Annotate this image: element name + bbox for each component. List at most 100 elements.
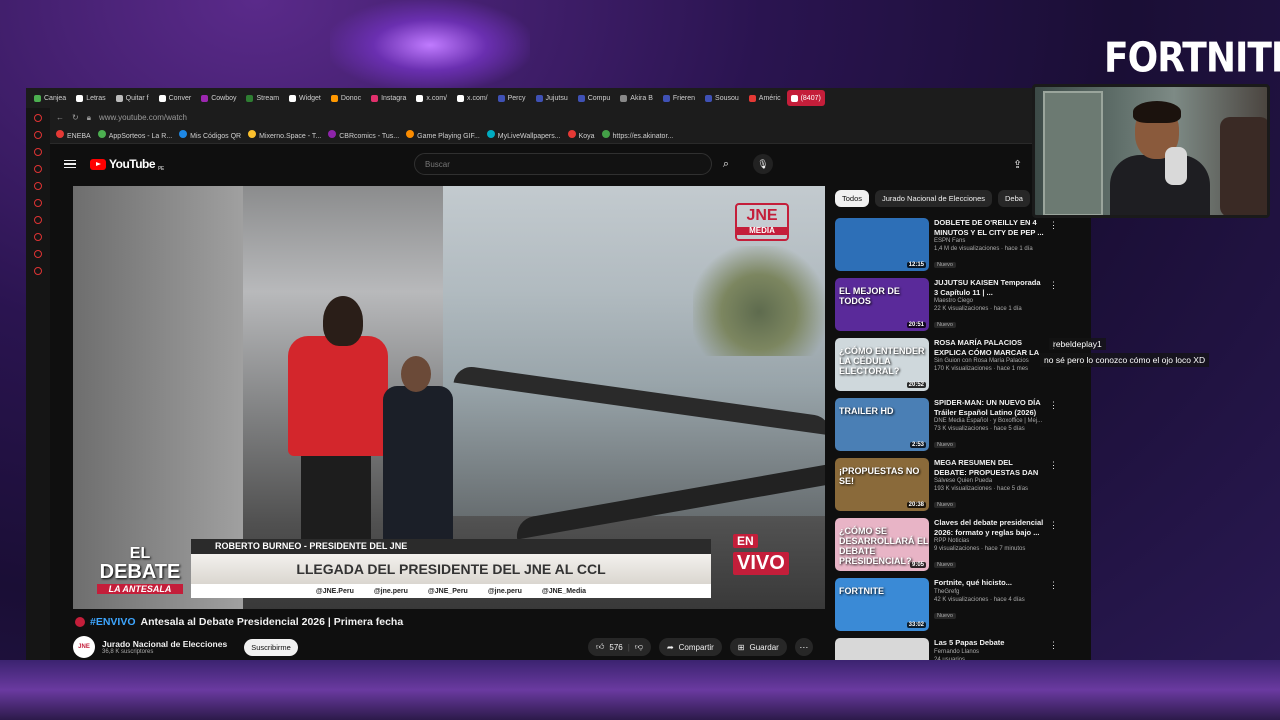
browser-tab[interactable]: Cowboy bbox=[197, 90, 240, 106]
thumbs-down-icon[interactable]: 👎︎ bbox=[635, 642, 643, 652]
sidebar-app-icon[interactable] bbox=[34, 182, 42, 190]
video-player[interactable]: JNE MEDIA EL DEBATE LA ANTESALA ROBERTO … bbox=[73, 186, 825, 609]
recommendation-item[interactable]: EL MEJOR DE TODOS 20:51 JUJUTSU KAISEN Tem… bbox=[835, 278, 1065, 338]
sidebar-app-icon[interactable] bbox=[34, 148, 42, 156]
browser-tab[interactable]: x.com/ bbox=[453, 90, 492, 106]
bookmark-item[interactable]: CBRcomics - Tus... bbox=[328, 130, 399, 140]
recommendation-item[interactable]: Las 5 Papas Debate Fernando Llanos 24 usua… bbox=[835, 638, 1065, 660]
browser-tab[interactable]: Donoc bbox=[327, 90, 365, 106]
hamburger-menu-icon[interactable] bbox=[64, 159, 76, 169]
recommendation-title[interactable]: DOBLETE DE O'REILLY EN 4 MINUTOS Y EL CI… bbox=[934, 218, 1046, 237]
sidebar-app-icon[interactable] bbox=[34, 114, 42, 122]
bookmark-item[interactable]: ENEBA bbox=[56, 130, 91, 140]
address-bar[interactable]: ← ↻ 🔒︎ www.youtube.com/watch bbox=[26, 108, 1091, 127]
subscribe-button[interactable]: Suscribirme bbox=[244, 638, 298, 656]
sidebar-app-icon[interactable] bbox=[34, 216, 42, 224]
sidebar-app-icon[interactable] bbox=[34, 165, 42, 173]
back-icon[interactable]: ← bbox=[56, 113, 64, 122]
video-thumbnail[interactable]: TRAILER HD 2:53 bbox=[835, 398, 929, 451]
video-thumbnail[interactable]: FORTNITE 33:02 bbox=[835, 578, 929, 631]
browser-tab[interactable]: Améric bbox=[745, 90, 785, 106]
recommendation-channel[interactable]: Maestro Ciego bbox=[934, 297, 1046, 305]
video-thumbnail[interactable]: ¡PROPUESTAS NO SE! 20:38 bbox=[835, 458, 929, 511]
video-thumbnail[interactable]: ¿CÓMO SE DESARROLLARÁ EL DEBATE PRESIDEN… bbox=[835, 518, 929, 571]
recommendation-title[interactable]: JUJUTSU KAISEN Temporada 3 Capítulo 11 |… bbox=[934, 278, 1046, 297]
browser-tab[interactable]: Canjea bbox=[30, 90, 70, 106]
url-text[interactable]: www.youtube.com/watch bbox=[99, 113, 187, 122]
youtube-logo[interactable]: YouTube PE bbox=[90, 156, 164, 172]
bookmark-item[interactable]: Mis Códigos QR bbox=[179, 130, 241, 140]
browser-tab[interactable]: Letras bbox=[72, 90, 109, 106]
recommendation-channel[interactable]: DNE Media Español · y Boxoffice | Mej... bbox=[934, 417, 1046, 425]
more-vert-icon[interactable]: ⋮ bbox=[1049, 520, 1058, 531]
recommendation-title[interactable]: ROSA MARÍA PALACIOS EXPLICA CÓMO MARCAR … bbox=[934, 338, 1046, 357]
video-thumbnail[interactable]: EL MEJOR DE TODOS 20:51 bbox=[835, 278, 929, 331]
microphone-icon[interactable]: 🎙︎ bbox=[753, 154, 773, 174]
bookmark-item[interactable]: Game Playing GIF... bbox=[406, 130, 480, 140]
browser-tab[interactable]: Instagra bbox=[367, 90, 410, 106]
bookmark-item[interactable]: https://es.akinator... bbox=[601, 130, 673, 140]
recommendation-item[interactable]: TRAILER HD 2:53 SPIDER-MAN: UN NUEVO DÍA T… bbox=[835, 398, 1065, 458]
upload-icon[interactable]: ⇪ bbox=[1013, 158, 1022, 171]
sidebar-app-icon[interactable] bbox=[34, 267, 42, 275]
browser-tab[interactable]: Sousou bbox=[701, 90, 743, 106]
browser-tab[interactable]: Quitar f bbox=[112, 90, 153, 106]
bookmark-item[interactable]: AppSorteos - La R... bbox=[97, 130, 172, 140]
recommendation-item[interactable]: 12:15 DOBLETE DE O'REILLY EN 4 MINUTOS Y … bbox=[835, 218, 1065, 278]
recommendation-item[interactable]: ¿CÓMO ENTENDER LA CÉDULA ELECTORAL? 20:52… bbox=[835, 338, 1065, 398]
browser-tab[interactable]: Widget bbox=[285, 90, 325, 106]
channel-name[interactable]: Jurado Nacional de Elecciones bbox=[102, 639, 227, 649]
recommendation-channel[interactable]: Sin Guion con Rosa María Palacios bbox=[934, 357, 1046, 365]
recommendation-title[interactable]: Las 5 Papas Debate bbox=[934, 638, 1046, 648]
recommendation-title[interactable]: MEGA RESUMEN DEL DEBATE: PROPUESTAS DAN … bbox=[934, 458, 1046, 477]
more-vert-icon[interactable]: ⋮ bbox=[1049, 640, 1058, 651]
more-vert-icon[interactable]: ⋮ bbox=[1049, 280, 1058, 291]
thumbs-up-icon[interactable]: 👍︎ bbox=[596, 642, 604, 652]
browser-tab[interactable]: Akira B bbox=[616, 90, 657, 106]
browser-tab[interactable]: (8407) bbox=[786, 90, 825, 106]
recommendation-item[interactable]: ¡PROPUESTAS NO SE! 20:38 MEGA RESUMEN DEL … bbox=[835, 458, 1065, 518]
browser-tab[interactable]: x.com/ bbox=[412, 90, 451, 106]
video-thumbnail[interactable]: 12:15 bbox=[835, 218, 929, 271]
channel-avatar[interactable]: JNE bbox=[73, 636, 95, 658]
recommendation-channel[interactable]: TheGrefg bbox=[934, 588, 1046, 596]
recommendation-channel[interactable]: Sálvese Quien Pueda bbox=[934, 477, 1046, 485]
more-vert-icon[interactable]: ⋮ bbox=[1049, 400, 1058, 411]
recommendation-channel[interactable]: Fernando Llanos bbox=[934, 648, 1046, 656]
browser-tab[interactable]: Frieren bbox=[659, 90, 699, 106]
browser-tab[interactable]: Jujutsu bbox=[532, 90, 572, 106]
filter-chip[interactable]: Deba bbox=[998, 190, 1030, 207]
recommendation-item[interactable]: ¿CÓMO SE DESARROLLARÁ EL DEBATE PRESIDEN… bbox=[835, 518, 1065, 578]
sidebar-app-icon[interactable] bbox=[34, 199, 42, 207]
bookmark-item[interactable]: Koya bbox=[567, 130, 595, 140]
search-input[interactable]: Buscar bbox=[414, 153, 712, 175]
video-thumbnail[interactable] bbox=[835, 638, 929, 660]
browser-tab[interactable]: Stream bbox=[242, 90, 283, 106]
video-thumbnail[interactable]: ¿CÓMO ENTENDER LA CÉDULA ELECTORAL? 20:52 bbox=[835, 338, 929, 391]
title-hashtag[interactable]: #ENVIVO bbox=[90, 616, 136, 628]
browser-tab[interactable]: Conver bbox=[155, 90, 196, 106]
recommendation-item[interactable]: FORTNITE 33:02 Fortnite, qué hicisto... The… bbox=[835, 578, 1065, 638]
browser-tab[interactable]: Percy bbox=[494, 90, 530, 106]
filter-chip[interactable]: Jurado Nacional de Elecciones bbox=[875, 190, 992, 207]
recommendation-channel[interactable]: RPP Noticias bbox=[934, 537, 1046, 545]
more-vert-icon[interactable]: ⋮ bbox=[1049, 220, 1058, 231]
search-icon[interactable]: ⌕ bbox=[712, 153, 740, 175]
more-vert-icon[interactable]: ⋮ bbox=[1049, 580, 1058, 591]
sidebar-app-icon[interactable] bbox=[34, 233, 42, 241]
share-button[interactable]: ➦ Compartir bbox=[658, 638, 722, 656]
filter-chip[interactable]: Todos bbox=[835, 190, 870, 207]
reload-icon[interactable]: ↻ bbox=[72, 113, 79, 122]
more-vert-icon[interactable]: ⋮ bbox=[1049, 460, 1058, 471]
sidebar-app-icon[interactable] bbox=[34, 250, 42, 258]
more-options-icon[interactable]: ⋯ bbox=[794, 638, 813, 656]
recommendation-title[interactable]: SPIDER-MAN: UN NUEVO DÍA Tráiler Español… bbox=[934, 398, 1046, 417]
bookmark-item[interactable]: Mixerno.Space - T... bbox=[248, 130, 321, 140]
recommendation-title[interactable]: Fortnite, qué hicisto... bbox=[934, 578, 1046, 588]
sidebar-app-icon[interactable] bbox=[34, 131, 42, 139]
recommendation-channel[interactable]: ESPN Fans bbox=[934, 237, 1046, 245]
like-count[interactable]: 576 bbox=[609, 643, 622, 652]
recommendation-title[interactable]: Claves del debate presidencial 2026: for… bbox=[934, 518, 1046, 537]
browser-tab[interactable]: Compu bbox=[574, 90, 615, 106]
bookmark-item[interactable]: MyLiveWallpapers... bbox=[486, 130, 561, 140]
